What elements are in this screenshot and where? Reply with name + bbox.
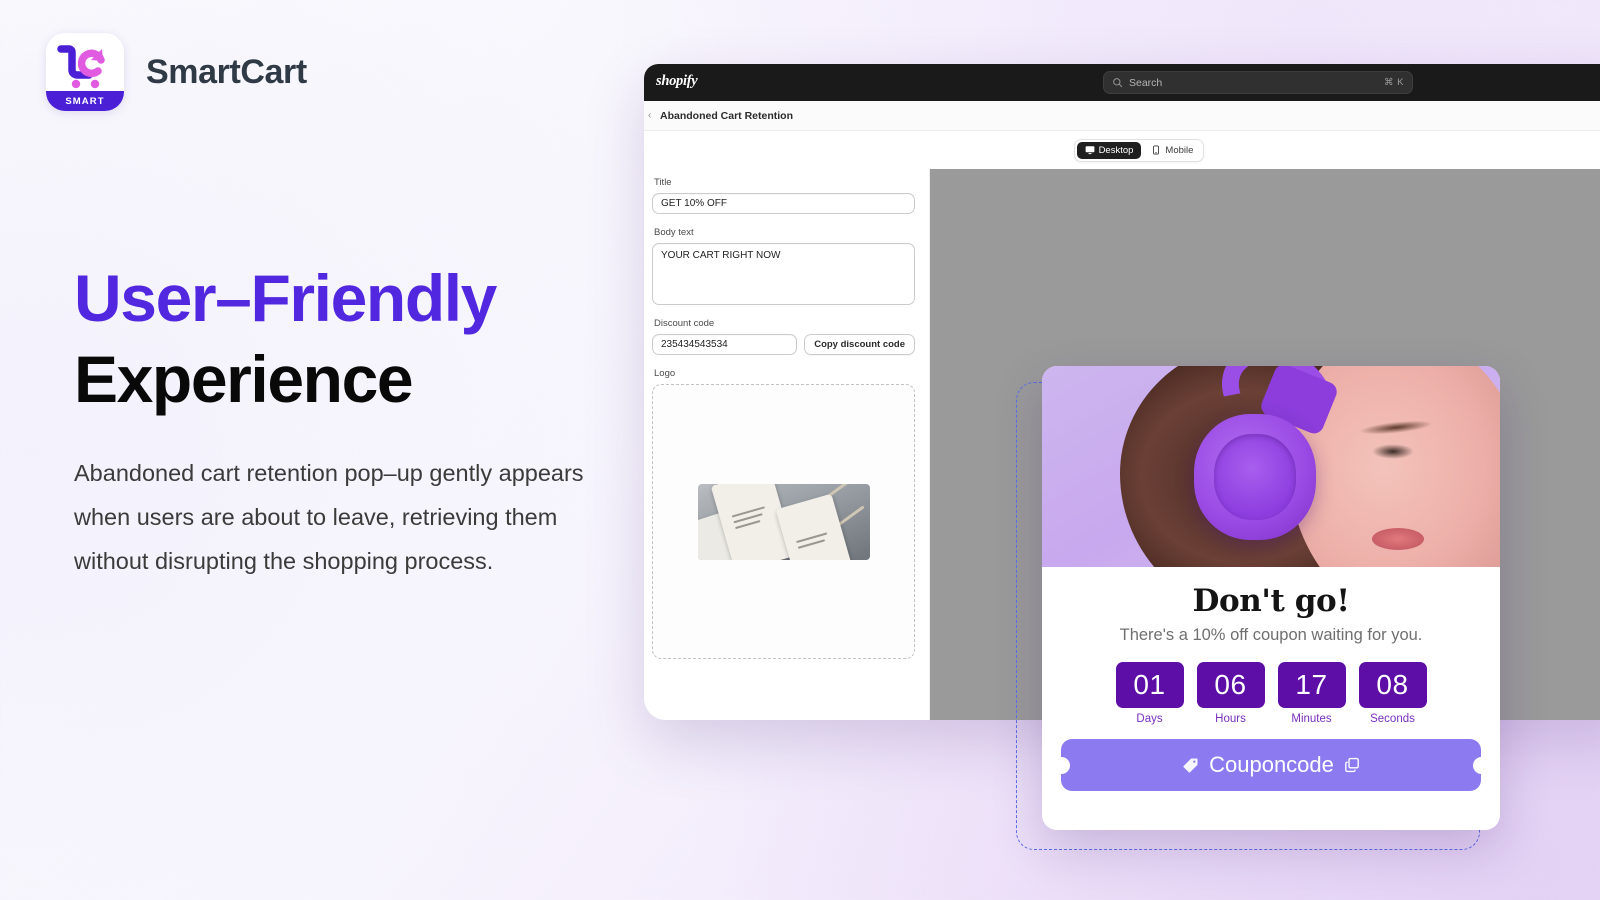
tab-mobile-label: Mobile — [1165, 144, 1194, 156]
countdown-seconds-label: Seconds — [1370, 713, 1415, 725]
marketing-panel: SMART SmartCart User–Friendly Experience… — [0, 0, 640, 900]
discount-field-label: Discount code — [654, 318, 715, 329]
discount-code-input[interactable]: 235434543534 — [652, 334, 798, 355]
search-icon — [1113, 78, 1123, 88]
countdown-unit-days: 01 Days — [1115, 662, 1184, 725]
headline-line-1: User–Friendly — [74, 261, 497, 335]
countdown-hours-value: 06 — [1196, 662, 1265, 708]
monitor-icon — [1085, 146, 1094, 155]
body-field-label: Body text — [654, 227, 694, 238]
device-toggle-row: Desktop Mobile — [644, 131, 1600, 169]
popup-title: Don't go! — [1192, 583, 1350, 619]
logo-smart-band: SMART — [46, 91, 124, 111]
admin-topbar: shopify Search ⌘ K — [644, 64, 1600, 101]
smartcart-logo: SMART — [46, 33, 124, 111]
abandoned-cart-popup: Don't go! There's a 10% off coupon waiti… — [1042, 366, 1500, 830]
countdown-minutes-label: Minutes — [1291, 713, 1332, 725]
phone-icon — [1153, 145, 1160, 155]
shopify-logo: shopify — [656, 73, 698, 89]
copy-icon — [1345, 757, 1359, 773]
coupon-code-label: Couponcode — [1209, 752, 1334, 777]
search-placeholder: Search — [1129, 76, 1163, 89]
brand-lockup: SMART SmartCart — [46, 33, 307, 111]
title-field-label: Title — [654, 177, 672, 188]
popup-settings-form: Title GET 10% OFF Body text YOUR CART RI… — [644, 169, 930, 720]
logo-field-label: Logo — [654, 368, 676, 379]
breadcrumb: ‹ Abandoned Cart Retention — [644, 101, 1600, 131]
popup-subtitle: There's a 10% off coupon waiting for you… — [1119, 626, 1423, 644]
device-toggle[interactable]: Desktop Mobile — [1073, 138, 1205, 162]
description-text: Abandoned cart retention pop–up gently a… — [74, 460, 584, 574]
countdown-unit-seconds: 08 Seconds — [1358, 662, 1427, 725]
coupon-code-button[interactable]: Couponcode — [1052, 739, 1490, 791]
countdown-seconds-value: 08 — [1358, 662, 1427, 708]
logo-badge-text: SMART — [65, 95, 105, 107]
headline-line-2: Experience — [74, 341, 414, 416]
copy-discount-code-button[interactable]: Copy discount code — [804, 334, 915, 355]
popup-content: Don't go! There's a 10% off coupon waiti… — [1042, 567, 1500, 725]
breadcrumb-title: Abandoned Cart Retention — [660, 109, 793, 122]
logo-dropzone[interactable] — [652, 384, 915, 659]
logo-thumbnail — [697, 483, 870, 560]
search-input[interactable]: Search ⌘ K — [1103, 71, 1413, 94]
brand-name: SmartCart — [146, 52, 307, 91]
ticket-notch-right — [1472, 756, 1490, 774]
ticket-notch-left — [1052, 756, 1070, 774]
countdown-unit-hours: 06 Hours — [1196, 662, 1265, 725]
tab-desktop-label: Desktop — [1098, 144, 1134, 156]
countdown-days-label: Days — [1136, 713, 1163, 725]
countdown-days-value: 01 — [1115, 662, 1184, 708]
search-shortcut: ⌘ K — [1384, 77, 1404, 88]
countdown-minutes-value: 17 — [1277, 662, 1346, 708]
tag-icon — [1183, 757, 1198, 773]
tab-desktop[interactable]: Desktop — [1076, 141, 1142, 159]
coupon-section: Couponcode — [1042, 739, 1500, 791]
shopping-cart-refresh-icon — [57, 45, 105, 89]
countdown-timer: 01 Days 06 Hours 17 Minutes 08 Seconds — [1064, 662, 1478, 725]
body-textarea[interactable]: YOUR CART RIGHT NOW — [652, 243, 915, 305]
page-title: User–Friendly Experience — [74, 258, 614, 419]
countdown-unit-minutes: 17 Minutes — [1277, 662, 1346, 725]
breadcrumb-back-icon[interactable]: ‹ — [648, 110, 651, 121]
title-input[interactable]: GET 10% OFF — [652, 193, 915, 214]
tab-mobile[interactable]: Mobile — [1143, 142, 1201, 159]
popup-hero-image — [1042, 366, 1500, 567]
countdown-hours-label: Hours — [1215, 713, 1246, 725]
